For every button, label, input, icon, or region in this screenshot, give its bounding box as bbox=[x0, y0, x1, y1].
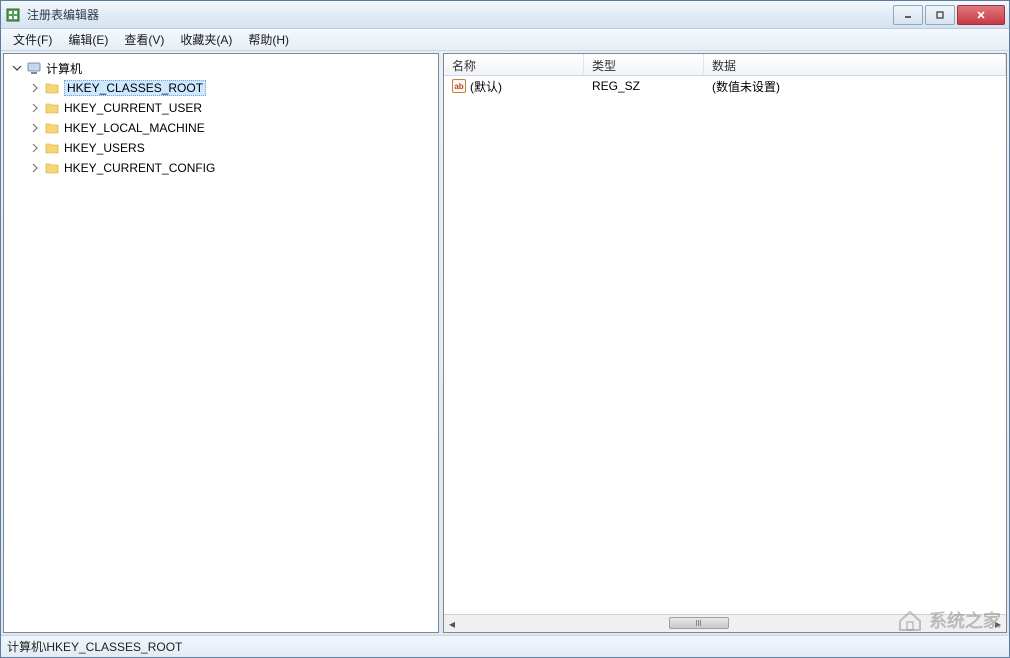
tree-pane: 计算机 HKEY_CLASSES_ROOT bbox=[3, 53, 439, 633]
app-icon bbox=[5, 7, 21, 23]
value-row-default[interactable]: ab (默认) REG_SZ (数值未设置) bbox=[444, 76, 1006, 96]
menu-view[interactable]: 查看(V) bbox=[116, 29, 172, 50]
tree-label: 计算机 bbox=[46, 60, 82, 77]
folder-icon bbox=[44, 120, 60, 136]
menu-file[interactable]: 文件(F) bbox=[5, 29, 60, 50]
content-area: 计算机 HKEY_CLASSES_ROOT bbox=[3, 53, 1007, 633]
list-header: 名称 类型 数据 bbox=[444, 54, 1006, 76]
close-button[interactable] bbox=[957, 5, 1005, 25]
menu-edit[interactable]: 编辑(E) bbox=[60, 29, 116, 50]
registry-tree[interactable]: 计算机 HKEY_CLASSES_ROOT bbox=[4, 54, 438, 632]
computer-icon bbox=[26, 60, 42, 76]
tree-label: HKEY_USERS bbox=[64, 141, 145, 155]
expand-icon[interactable] bbox=[28, 121, 42, 135]
values-pane: 名称 类型 数据 ab (默认) REG_SZ (数值未设置) ◂ ▸ bbox=[443, 53, 1007, 633]
folder-icon bbox=[44, 100, 60, 116]
list-body[interactable]: ab (默认) REG_SZ (数值未设置) bbox=[444, 76, 1006, 614]
tree-label: HKEY_CURRENT_CONFIG bbox=[64, 161, 215, 175]
tree-label: HKEY_CLASSES_ROOT bbox=[64, 80, 206, 96]
value-type: REG_SZ bbox=[584, 79, 704, 93]
scroll-left-icon[interactable]: ◂ bbox=[444, 616, 460, 632]
tree-key-hklm[interactable]: HKEY_LOCAL_MACHINE bbox=[6, 118, 436, 138]
value-data: (数值未设置) bbox=[704, 78, 1006, 95]
expand-icon[interactable] bbox=[28, 81, 42, 95]
menubar: 文件(F) 编辑(E) 查看(V) 收藏夹(A) 帮助(H) bbox=[1, 29, 1009, 51]
column-name[interactable]: 名称 bbox=[444, 54, 584, 75]
horizontal-scrollbar[interactable]: ◂ ▸ bbox=[444, 614, 1006, 632]
tree-key-hku[interactable]: HKEY_USERS bbox=[6, 138, 436, 158]
window-title: 注册表编辑器 bbox=[27, 6, 891, 23]
string-value-icon: ab bbox=[452, 79, 466, 93]
titlebar[interactable]: 注册表编辑器 bbox=[1, 1, 1009, 29]
expand-icon[interactable] bbox=[28, 101, 42, 115]
folder-icon bbox=[44, 80, 60, 96]
window-controls bbox=[891, 5, 1005, 25]
tree-key-hkcc[interactable]: HKEY_CURRENT_CONFIG bbox=[6, 158, 436, 178]
column-data[interactable]: 数据 bbox=[704, 54, 1006, 75]
scroll-thumb[interactable] bbox=[669, 617, 729, 629]
status-path: 计算机\HKEY_CLASSES_ROOT bbox=[7, 638, 182, 655]
maximize-button[interactable] bbox=[925, 5, 955, 25]
expand-icon[interactable] bbox=[28, 141, 42, 155]
tree-key-hkcr[interactable]: HKEY_CLASSES_ROOT bbox=[6, 78, 436, 98]
minimize-button[interactable] bbox=[893, 5, 923, 25]
tree-key-hkcu[interactable]: HKEY_CURRENT_USER bbox=[6, 98, 436, 118]
expand-icon[interactable] bbox=[28, 161, 42, 175]
tree-label: HKEY_LOCAL_MACHINE bbox=[64, 121, 205, 135]
menu-help[interactable]: 帮助(H) bbox=[240, 29, 297, 50]
folder-icon bbox=[44, 140, 60, 156]
regedit-window: 注册表编辑器 文件(F) 编辑(E) 查看(V) 收藏夹(A) 帮助(H) bbox=[0, 0, 1010, 658]
folder-icon bbox=[44, 160, 60, 176]
tree-root-computer[interactable]: 计算机 bbox=[6, 58, 436, 78]
scroll-right-icon[interactable]: ▸ bbox=[990, 616, 1006, 632]
menu-favorites[interactable]: 收藏夹(A) bbox=[172, 29, 240, 50]
collapse-icon[interactable] bbox=[10, 61, 24, 75]
statusbar: 计算机\HKEY_CLASSES_ROOT bbox=[1, 635, 1009, 657]
value-name: (默认) bbox=[470, 78, 502, 95]
tree-label: HKEY_CURRENT_USER bbox=[64, 101, 202, 115]
column-type[interactable]: 类型 bbox=[584, 54, 704, 75]
